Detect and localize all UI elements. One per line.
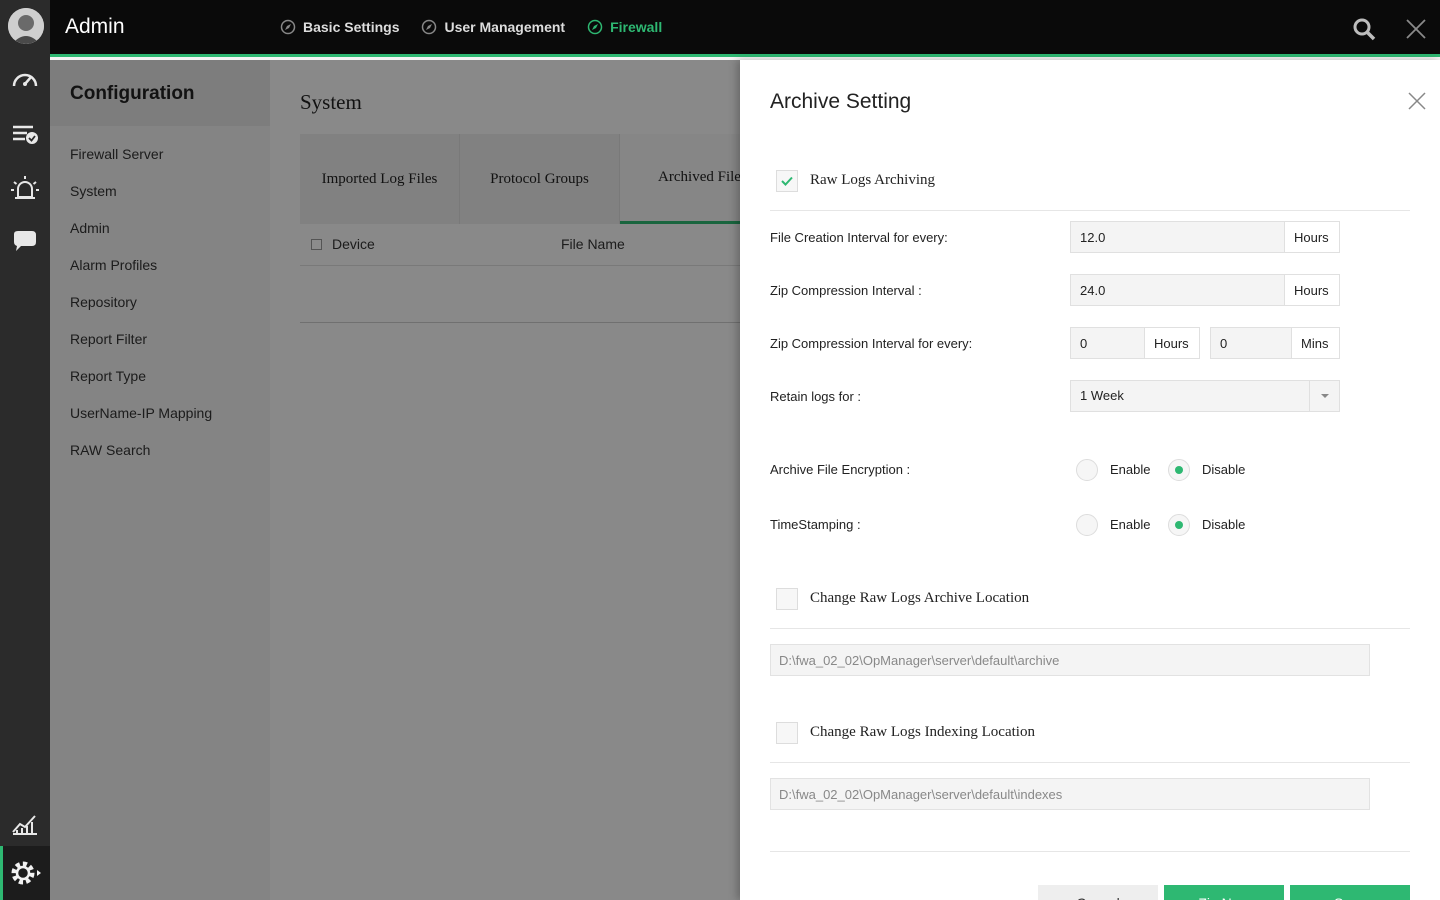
modal-backdrop[interactable] <box>50 60 740 900</box>
zip-every-mins-input[interactable]: 0 <box>1210 327 1292 359</box>
zip-every-mins-unit: Mins <box>1292 327 1340 359</box>
alarm-icon[interactable] <box>0 165 50 211</box>
encryption-label: Archive File Encryption : <box>770 462 911 477</box>
search-icon[interactable] <box>1352 17 1376 41</box>
nav-label: Basic Settings <box>303 19 400 35</box>
check-icon <box>781 176 793 186</box>
retain-logs-label: Retain logs for : <box>770 389 862 404</box>
raw-logs-archiving-checkbox[interactable] <box>776 170 798 192</box>
nav-firewall[interactable]: Firewall <box>587 19 662 35</box>
index-location-label: Change Raw Logs Indexing Location <box>810 724 1035 740</box>
timestamping-label: TimeStamping : <box>770 517 861 532</box>
chat-icon[interactable] <box>0 219 50 265</box>
zip-interval-input[interactable]: 24.0 <box>1070 274 1285 306</box>
encryption-disable-label[interactable]: Disable <box>1202 462 1245 477</box>
nav-label: User Management <box>444 19 566 35</box>
top-nav: Basic Settings User Management Firewall <box>280 19 662 35</box>
encryption-enable-radio[interactable] <box>1076 459 1098 481</box>
reports-list-icon[interactable] <box>0 111 50 157</box>
divider <box>770 210 1410 211</box>
zip-interval-unit: Hours <box>1285 274 1340 306</box>
index-location-path[interactable]: D:\fwa_02_02\OpManager\server\default\in… <box>770 778 1370 810</box>
cancel-button[interactable]: Cancel <box>1038 885 1158 900</box>
nav-user-management[interactable]: User Management <box>421 19 565 35</box>
retain-logs-value: 1 Week <box>1080 388 1124 403</box>
zip-every-label: Zip Compression Interval for every: <box>770 336 973 351</box>
timestamping-disable-radio[interactable] <box>1168 514 1190 536</box>
index-location-checkbox[interactable] <box>776 722 798 744</box>
analytics-chart-icon[interactable] <box>0 801 50 847</box>
encryption-enable-label[interactable]: Enable <box>1110 462 1150 477</box>
archive-location-checkbox[interactable] <box>776 588 798 610</box>
archive-location-label: Change Raw Logs Archive Location <box>810 590 1030 606</box>
panel-title: Archive Setting <box>770 90 912 113</box>
zip-interval-label: Zip Compression Interval : <box>770 283 922 298</box>
file-creation-input[interactable]: 12.0 <box>1070 221 1285 253</box>
file-creation-label: File Creation Interval for every: <box>770 230 948 245</box>
encryption-disable-radio[interactable] <box>1168 459 1190 481</box>
avatar[interactable] <box>8 8 44 44</box>
divider <box>770 628 1410 629</box>
divider <box>770 762 1410 763</box>
timestamping-enable-radio[interactable] <box>1076 514 1098 536</box>
divider <box>770 851 1410 852</box>
compass-icon <box>587 19 603 35</box>
dashboard-gauge-icon[interactable] <box>0 56 50 102</box>
nav-basic-settings[interactable]: Basic Settings <box>280 19 399 35</box>
chevron-down-icon <box>1309 381 1339 411</box>
archive-setting-panel: Archive Setting Raw Logs Archiving File … <box>740 60 1440 900</box>
top-bar: Admin Basic Settings User Management Fir… <box>50 0 1440 57</box>
compass-icon <box>422 19 437 35</box>
compass-icon <box>280 19 296 35</box>
timestamping-disable-label[interactable]: Disable <box>1202 517 1245 532</box>
settings-gear-icon[interactable] <box>0 846 50 900</box>
save-button[interactable]: Save <box>1290 885 1410 900</box>
close-icon[interactable] <box>1404 17 1428 41</box>
close-icon[interactable] <box>1407 91 1427 111</box>
nav-label: Firewall <box>610 19 663 35</box>
icon-rail <box>0 0 50 900</box>
zip-every-hours-input[interactable]: 0 <box>1070 327 1145 359</box>
archive-location-path[interactable]: D:\fwa_02_02\OpManager\server\default\ar… <box>770 644 1370 676</box>
timestamping-enable-label[interactable]: Enable <box>1110 517 1150 532</box>
file-creation-unit: Hours <box>1285 221 1340 253</box>
zip-now-button[interactable]: Zip Now <box>1164 885 1284 900</box>
app-title: Admin <box>65 15 125 38</box>
retain-logs-select[interactable]: 1 Week <box>1070 380 1340 412</box>
zip-every-hours-unit: Hours <box>1145 327 1200 359</box>
raw-logs-archiving-label: Raw Logs Archiving <box>810 172 935 188</box>
